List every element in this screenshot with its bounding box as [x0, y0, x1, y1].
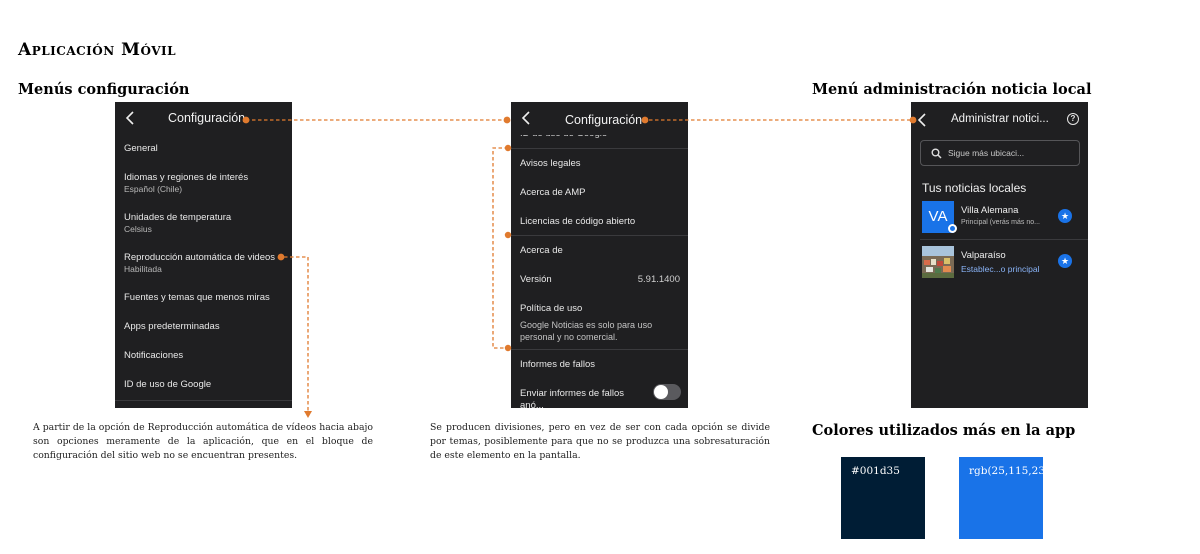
connector-dot	[909, 116, 917, 124]
color-swatch-navy: #001d35	[841, 457, 925, 539]
caption-left: A partir de la opción de Reproducción au…	[33, 422, 373, 461]
swatch-label: #001d35	[851, 465, 900, 477]
swatch-label: rgb(25,115,232)	[969, 465, 1056, 477]
caption-middle: Se producen divisiones, pero en vez de s…	[430, 422, 770, 461]
arrow-down-icon	[304, 411, 312, 418]
color-swatch-blue: rgb(25,115,232)	[959, 457, 1056, 539]
connector-dot	[641, 116, 649, 124]
connector-dot	[503, 116, 511, 124]
connector-dot	[504, 231, 512, 239]
connector-dot	[504, 344, 512, 352]
connector-dot	[277, 253, 285, 261]
connector-dot	[242, 116, 250, 124]
connector-dot	[504, 144, 512, 152]
